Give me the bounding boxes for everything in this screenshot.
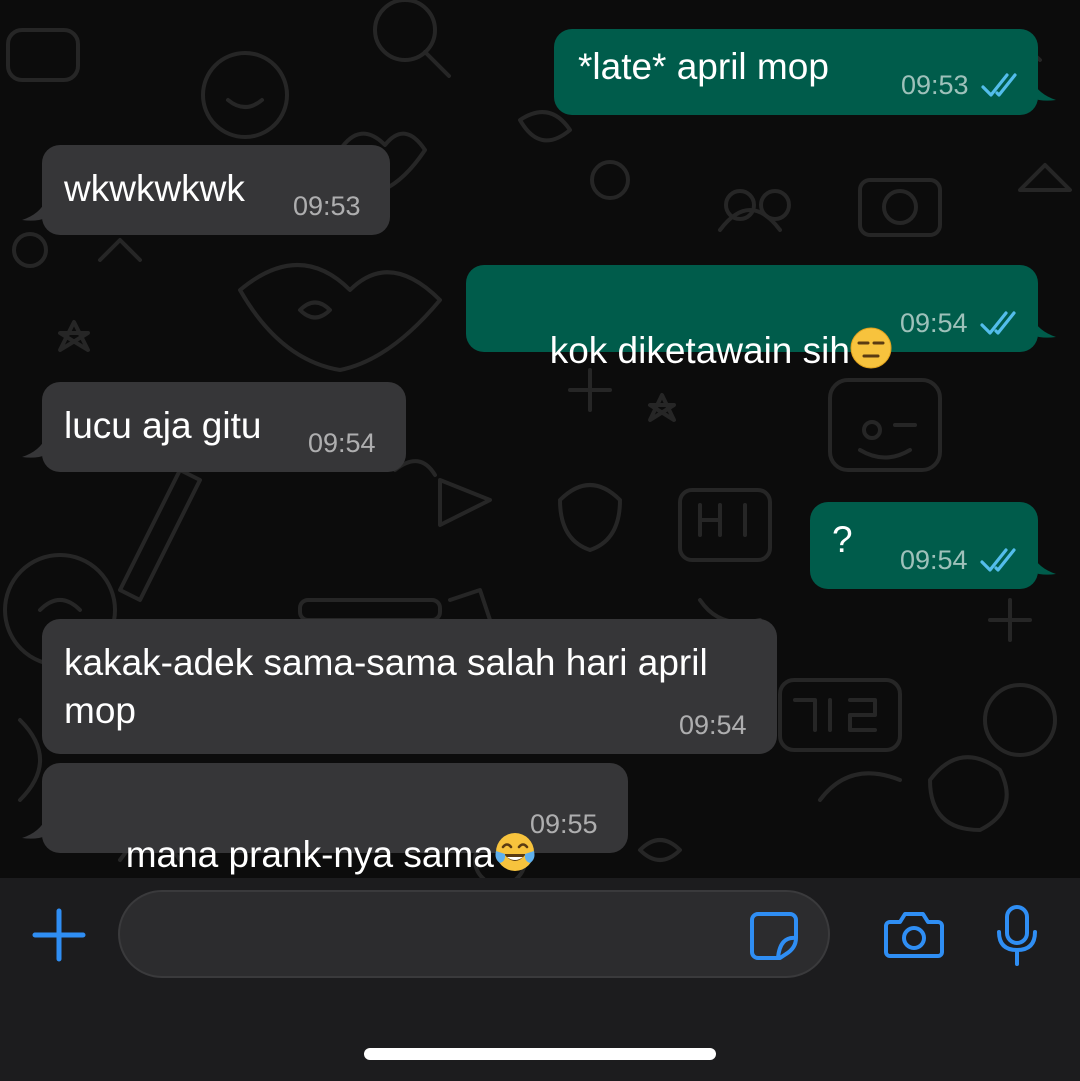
message-time: 09:54 [679,710,747,740]
bubble-tail [1032,554,1056,575]
message-bubble-incoming[interactable]: wkwkwkwk 09:53 [42,145,390,235]
message-time: 09:55 [530,809,598,839]
input-bar [0,878,1080,1081]
message-text: *late* april mop [578,46,829,87]
microphone-icon[interactable] [994,904,1040,968]
sticker-icon[interactable] [748,910,800,962]
message-text-content: kok diketawain sih [549,330,850,371]
read-ticks-icon [980,548,1016,572]
camera-icon[interactable] [884,908,944,960]
message-text: wkwkwkwk [64,168,245,209]
home-indicator [364,1048,716,1060]
message-bubble-incoming[interactable]: mana prank-nya sama 09:55 [42,763,628,875]
message-time: 09:54 [900,545,968,575]
message-bubble-incoming[interactable]: lucu aja gitu 09:54 [42,382,406,472]
message-time: 09:53 [293,191,361,221]
message-text: ? [832,519,853,560]
bubble-tail [1032,317,1056,338]
message-text: mana prank-nya sama [64,783,536,878]
chat-area[interactable]: *late* april mop 09:53 wkwkwkwk 09:53 ko… [0,0,1080,878]
expressionless-face-emoji [850,327,892,369]
read-ticks-icon [980,311,1016,335]
message-text: kok diketawain sih [488,279,892,423]
read-ticks-icon [981,73,1017,97]
message-text-content: mana prank-nya sama [125,834,494,875]
message-time: 09:54 [900,308,968,338]
message-time: 09:53 [901,70,969,100]
message-bubble-outgoing[interactable]: kok diketawain sih 09:54 [466,265,1038,371]
message-text: kakak-adek sama-sama salah hari april mo… [64,642,718,731]
message-text: lucu aja gitu [64,405,262,446]
bubble-tail [1032,80,1056,101]
message-bubble-outgoing[interactable]: ? 09:54 [810,502,1038,589]
message-input[interactable] [118,890,830,978]
message-bubble-outgoing[interactable]: *late* april mop 09:53 [554,29,1038,115]
message-time: 09:54 [308,428,376,458]
plus-icon[interactable] [31,907,87,963]
message-bubble-incoming[interactable]: kakak-adek sama-sama salah hari april mo… [42,619,777,754]
